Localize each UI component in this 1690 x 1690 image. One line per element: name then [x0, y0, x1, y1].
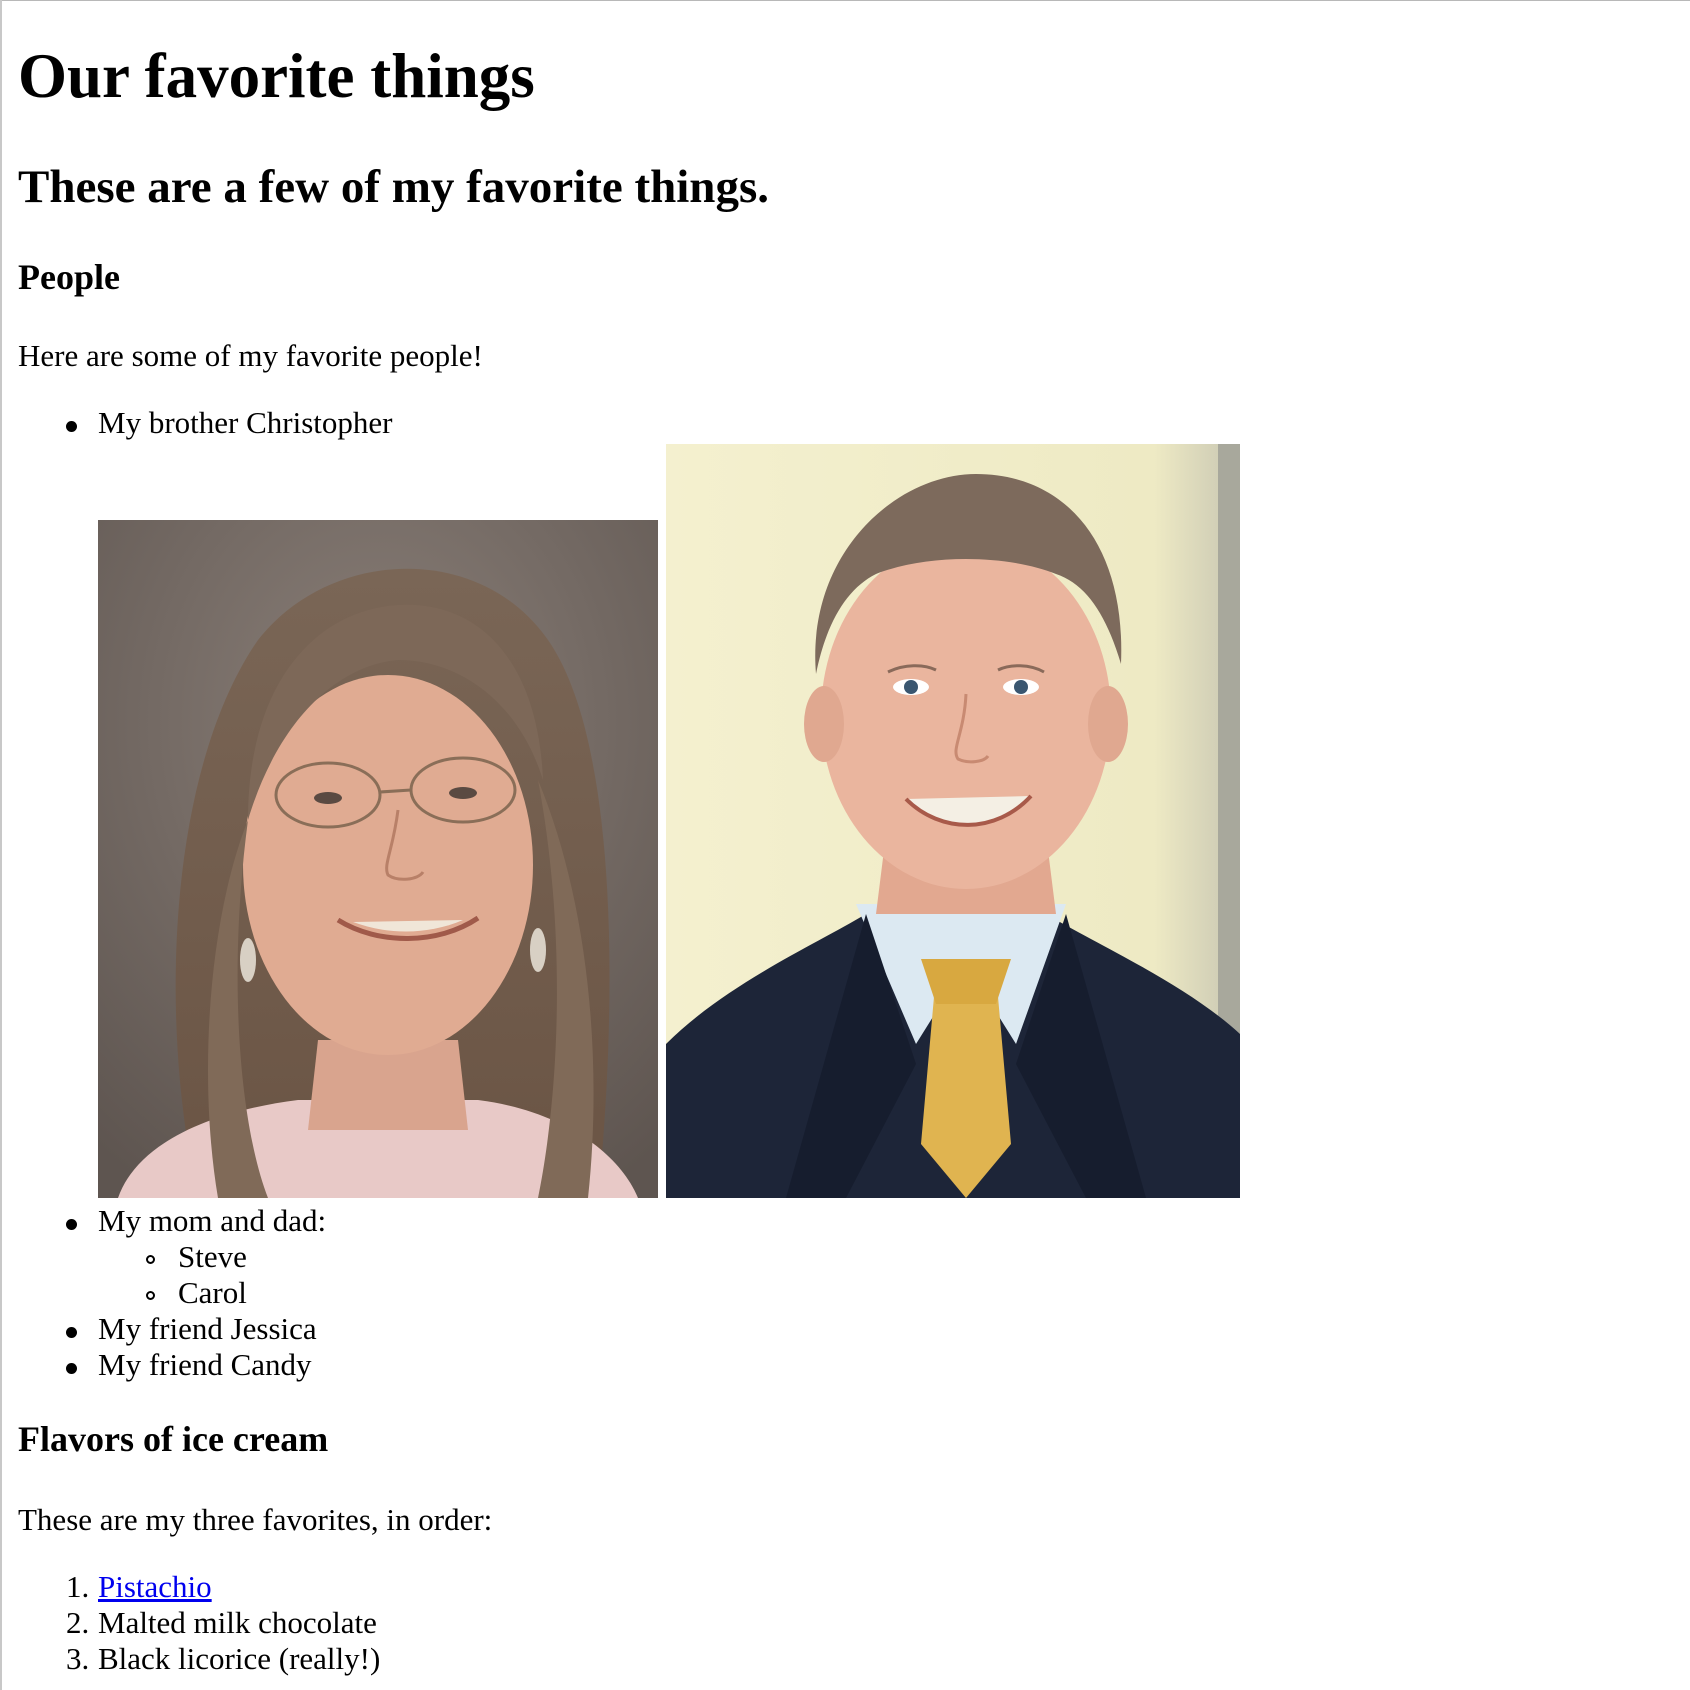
list-item-label: My mom and dad:: [98, 1203, 327, 1238]
list-item-label: My friend Jessica: [98, 1311, 317, 1346]
ice-cream-heading: Flavors of ice cream: [18, 1419, 329, 1459]
people-intro: Here are some of my favorite people!: [18, 338, 483, 373]
list-number: 3.: [66, 1641, 90, 1676]
page-subtitle: These are a few of my favorite things.: [18, 161, 769, 213]
list-item-label: My brother Christopher: [98, 405, 393, 440]
nested-list-item-label: Steve: [178, 1239, 247, 1274]
page-title: Our favorite things: [18, 41, 535, 111]
ice-cream-intro: These are my three favorites, in order:: [18, 1502, 493, 1537]
list-item-label: Malted milk chocolate: [98, 1605, 377, 1640]
nested-list-item-label: Carol: [178, 1275, 247, 1310]
list-item-label: My friend Candy: [98, 1347, 312, 1382]
bullet-icon: [66, 1219, 77, 1230]
woman-photo: [98, 520, 658, 1198]
bullet-icon: [66, 421, 77, 432]
people-heading: People: [18, 257, 120, 297]
window-left-border: [0, 0, 2, 1690]
circle-bullet-icon: [146, 1291, 155, 1300]
circle-bullet-icon: [146, 1255, 155, 1264]
bullet-icon: [66, 1363, 77, 1374]
list-number: 2.: [66, 1605, 90, 1640]
list-number: 1.: [66, 1569, 90, 1604]
window-top-border: [0, 0, 1690, 1]
man-photo: [666, 444, 1240, 1198]
pistachio-link[interactable]: Pistachio: [98, 1569, 212, 1604]
bullet-icon: [66, 1327, 77, 1338]
list-item-label: Black licorice (really!): [98, 1641, 381, 1676]
